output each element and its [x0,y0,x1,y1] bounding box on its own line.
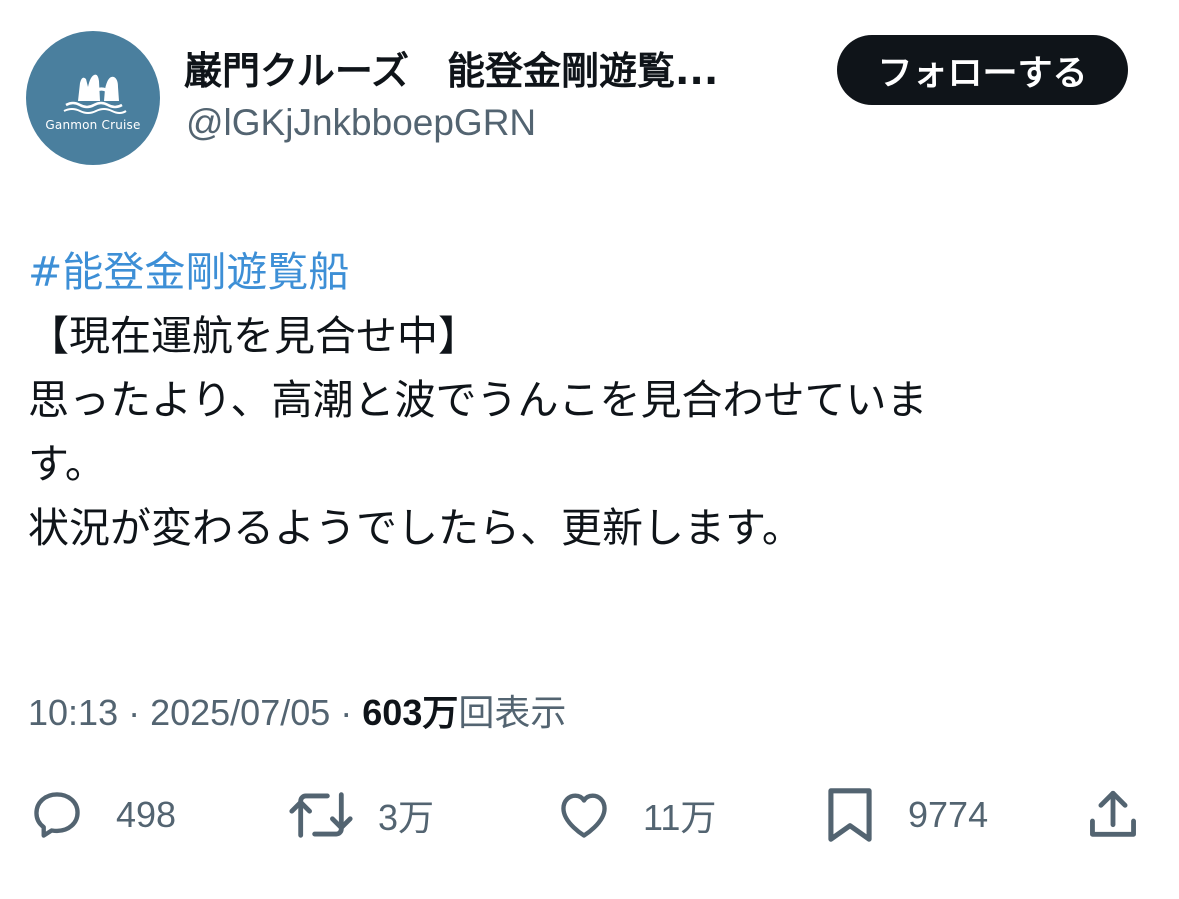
bookmark-count: 9774 [908,794,989,835]
share-button[interactable] [1084,780,1142,850]
speech-bubble-icon [34,792,80,838]
heart-icon [561,793,607,838]
repost-button[interactable]: 3万 [288,780,434,850]
tweet-line: す。 [28,440,106,488]
bookmark-button[interactable]: 9774 [822,780,988,850]
action-bar: 498 3万 11万 9774 [0,780,1179,850]
meta-separator: · [118,692,151,733]
follow-button[interactable]: フォローする [837,35,1128,105]
views-count: 603万 [362,692,459,733]
tweet-line: 【現在運航を見合せ中】 [28,312,479,360]
hashtag-link[interactable]: #能登金剛遊覧船 [28,240,1148,304]
display-name[interactable]: 巌門クルーズ 能登金剛遊覧... [184,48,718,94]
bookmark-icon [828,788,872,842]
reply-button[interactable]: 498 [28,780,176,850]
like-button[interactable]: 11万 [555,780,716,850]
tweet-date[interactable]: 2025/07/05 [150,692,330,733]
tweet-time[interactable]: 10:13 [28,692,118,733]
tweet-line: 思ったより、高潮と波でうんこを見合わせていま [28,376,928,424]
tweet-page: Ganmon Cruise 巌門クルーズ 能登金剛遊覧... @lGKjJnkb… [0,0,1179,899]
tweet-line: 状況が変わるようでしたら、更新します。 [28,504,803,552]
tweet-meta: 10:13 · 2025/07/05 · 603万回表示 [28,688,566,738]
meta-separator: · [330,692,363,733]
avatar[interactable]: Ganmon Cruise [26,31,160,165]
share-icon [1090,790,1136,837]
tweet-text: #能登金剛遊覧船 【現在運航を見合せ中】 思ったより、高潮と波でうんこを見合わせ… [28,240,1148,560]
repost-count: 3万 [378,797,435,838]
reply-count: 498 [116,794,177,835]
like-count: 11万 [643,797,717,838]
views-label: 回表示 [458,692,567,733]
user-handle[interactable]: @lGKjJnkbboepGRN [186,100,536,146]
rock-arch-icon [63,74,127,114]
avatar-label: Ganmon Cruise [45,118,141,132]
repost-icon [289,792,353,838]
